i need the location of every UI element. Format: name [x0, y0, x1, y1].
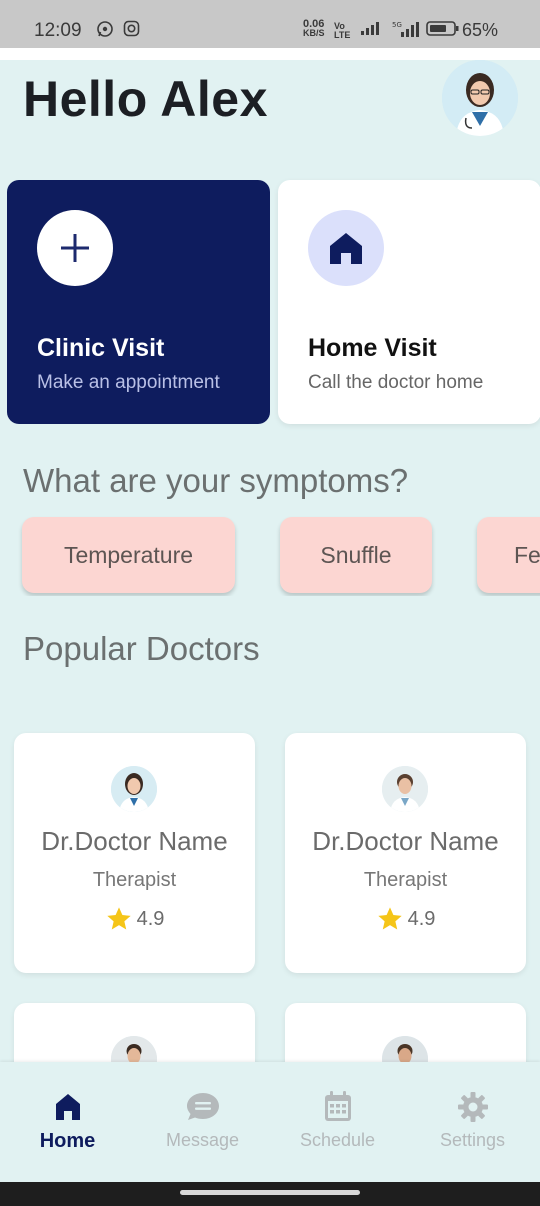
nav-home[interactable]: Home — [0, 1090, 135, 1153]
home-visit-card[interactable]: Home Visit Call the doctor home — [278, 180, 540, 424]
svg-text:5G: 5G — [392, 21, 402, 29]
doctor-card[interactable]: Dr.Doctor Name Therapist 4.9 — [14, 733, 255, 973]
home-icon — [308, 210, 384, 286]
nav-settings[interactable]: Settings — [405, 1090, 540, 1151]
symptom-chip[interactable]: Temperature — [22, 517, 235, 593]
rating-value: 4.9 — [407, 907, 436, 930]
plus-icon — [37, 210, 113, 286]
rating-value: 4.9 — [136, 907, 165, 930]
symptom-chip[interactable]: Snuffle — [280, 517, 432, 593]
greeting-title: Hello Alex — [23, 71, 268, 127]
doctor-name: Dr.Doctor Name — [41, 826, 228, 856]
home-visit-title: Home Visit — [308, 334, 437, 362]
net-speed: 0.06 KB/S — [303, 18, 325, 38]
status-time: 12:09 — [34, 20, 82, 41]
doctor-photo — [111, 766, 157, 812]
system-gesture-bar — [0, 1182, 540, 1206]
battery-icon — [426, 20, 460, 42]
calendar-icon — [324, 1091, 351, 1121]
message-icon — [186, 1093, 219, 1120]
bottom-navigation: Home Message Schedule Settings — [0, 1062, 540, 1182]
battery-level: 65% — [462, 20, 499, 40]
nav-message[interactable]: Message — [135, 1090, 270, 1151]
star-icon — [106, 907, 131, 930]
symptoms-title: What are your symptoms? — [23, 462, 409, 499]
volte-indicator: Vo LTE — [334, 21, 351, 40]
signal-icon — [360, 20, 382, 41]
user-avatar[interactable] — [442, 60, 518, 136]
clinic-visit-subtitle: Make an appointment — [37, 372, 220, 393]
doctor-specialty: Therapist — [92, 869, 177, 891]
nav-home-label: Home — [39, 1130, 96, 1152]
nav-schedule-label: Schedule — [299, 1130, 376, 1150]
clinic-visit-title: Clinic Visit — [37, 334, 165, 362]
instagram-icon — [123, 20, 140, 42]
doctor-rating: 4.9 — [14, 905, 255, 933]
status-divider — [0, 48, 540, 60]
home-icon — [55, 1094, 80, 1120]
home-gesture-handle[interactable] — [180, 1190, 360, 1195]
doctor-specialty: Therapist — [363, 869, 448, 891]
whatsapp-icon — [96, 20, 114, 43]
signal-5g-icon: 5G — [392, 20, 420, 43]
symptom-chip[interactable]: Fe — [477, 517, 540, 593]
nav-message-label: Message — [165, 1130, 240, 1150]
nav-settings-label: Settings — [439, 1130, 506, 1150]
gear-icon — [457, 1092, 488, 1122]
status-bar: 12:09 0.06 KB/S Vo LTE 5G 65% — [0, 0, 540, 48]
doctor-rating: 4.9 — [285, 905, 526, 933]
doctor-photo — [382, 766, 428, 812]
star-icon — [377, 907, 402, 930]
popular-doctors-title: Popular Doctors — [23, 630, 260, 667]
symptom-chip-list: Temperature Snuffle Fe — [0, 516, 540, 596]
doctor-card[interactable]: Dr.Doctor Name Therapist 4.9 — [285, 733, 526, 973]
nav-schedule[interactable]: Schedule — [270, 1090, 405, 1151]
home-visit-subtitle: Call the doctor home — [308, 372, 484, 393]
clinic-visit-card[interactable]: Clinic Visit Make an appointment — [7, 180, 270, 424]
doctor-name: Dr.Doctor Name — [312, 826, 499, 856]
